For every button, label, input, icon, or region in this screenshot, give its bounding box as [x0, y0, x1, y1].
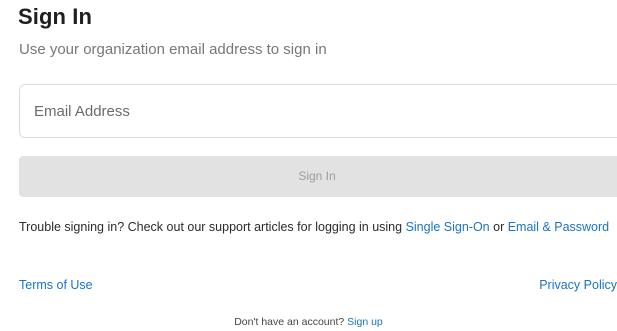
or-text: or — [489, 220, 508, 234]
single-sign-on-link[interactable]: Single Sign-On — [406, 220, 490, 234]
trouble-text: Trouble signing in? Check out our suppor… — [19, 220, 406, 234]
terms-of-use-link[interactable]: Terms of Use — [19, 278, 93, 292]
page-subtitle: Use your organization email address to s… — [19, 41, 327, 58]
signup-prompt: Don't have an account? Sign up — [0, 316, 617, 328]
page-title: Sign In — [18, 4, 93, 29]
email-password-link[interactable]: Email & Password — [508, 220, 609, 234]
trouble-signing-in-text: Trouble signing in? Check out our suppor… — [19, 218, 617, 236]
privacy-policy-link[interactable]: Privacy Policy — [539, 278, 617, 292]
sign-in-button[interactable]: Sign In — [19, 156, 617, 197]
email-field[interactable] — [19, 84, 617, 138]
sign-up-link[interactable]: Sign up — [347, 316, 383, 328]
no-account-text: Don't have an account? — [234, 316, 348, 328]
